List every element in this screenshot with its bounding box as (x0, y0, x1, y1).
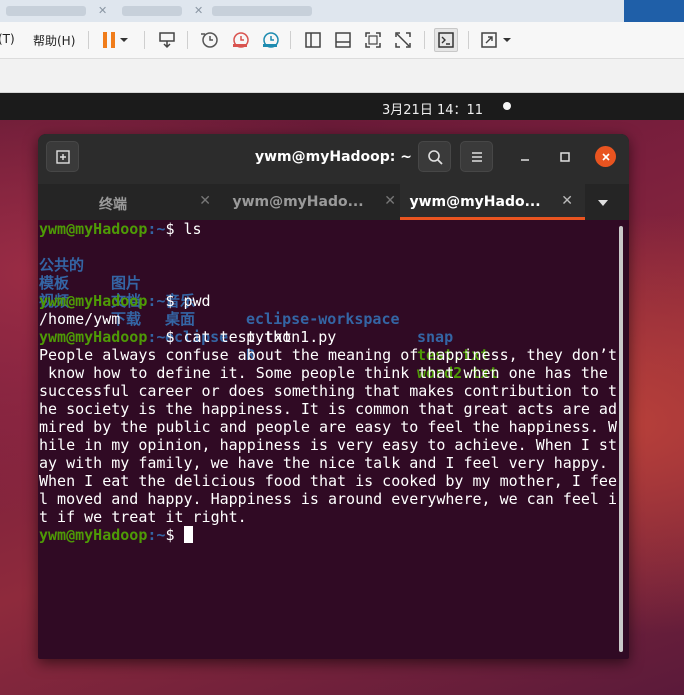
toolbar-separator (468, 31, 469, 49)
stretch-view-icon[interactable] (477, 28, 501, 52)
tab-list-dropdown-icon[interactable] (596, 198, 610, 208)
host-tab-ghost[interactable] (6, 6, 86, 16)
terminal-console-icon[interactable] (434, 28, 458, 52)
snapshot-manager-icon[interactable] (258, 28, 282, 52)
stretch-dropdown-icon[interactable] (500, 28, 514, 52)
cat-output-line: ay with my family, we have the nice talk… (39, 454, 608, 472)
command-text: cat test.txt (183, 328, 292, 346)
window-title: ywm@myHadoop: ~ (254, 149, 412, 165)
tab-label: ywm@myHado... (232, 194, 364, 210)
toolbar-separator (424, 31, 425, 49)
prompt-user-host: ywm@myHadoop (39, 526, 148, 544)
ls-output-row: 公共的 图片 音乐 eclipse-workspace snap (39, 238, 453, 346)
cat-output-line: When I eat the delicious food that is co… (39, 472, 617, 490)
host-tab-close-icon[interactable]: ✕ (194, 4, 203, 17)
host-tab-ghost[interactable] (212, 6, 312, 16)
maximize-button[interactable] (554, 146, 576, 168)
pwd-output: /home/ywm (39, 310, 121, 328)
hamburger-icon (471, 151, 482, 162)
minimize-icon (521, 159, 529, 161)
console-view-icon[interactable] (331, 28, 355, 52)
prompt-symbol: $ (165, 328, 184, 346)
prompt-symbol: $ (165, 220, 184, 238)
notification-dot-icon (503, 102, 511, 110)
tab-ssh-1[interactable]: ywm@myHado... ✕ (223, 184, 408, 220)
host-menubar: (T) 帮助(H) (0, 22, 684, 59)
prompt-path: :~ (147, 220, 166, 238)
prompt-line: ywm@myHadoop:~$ pwd (39, 292, 211, 310)
active-prompt-line[interactable]: ywm@myHadoop:~$ (39, 526, 193, 544)
pause-dropdown-icon[interactable] (117, 28, 131, 52)
tab-label: ywm@myHado... (409, 194, 541, 210)
prompt-user-host: ywm@myHadoop (39, 292, 148, 310)
prompt-symbol: $ (165, 292, 184, 310)
host-tab-close-icon[interactable]: ✕ (98, 4, 107, 17)
minimize-button[interactable] (514, 146, 536, 168)
cat-output-line: People always confuse about the meaning … (39, 346, 617, 364)
command-text: pwd (183, 292, 211, 310)
tab-close-icon[interactable]: ✕ (561, 193, 573, 209)
prompt-path: :~ (147, 292, 166, 310)
terminal-window[interactable]: ywm@myHadoop: ~ 终端 ✕ ywm@myHado... ✕ ywm… (38, 134, 629, 659)
snapshot-icon[interactable] (197, 28, 221, 52)
toolbar-separator (290, 31, 291, 49)
cat-output-line: mired by the public and people are easy … (39, 418, 617, 436)
terminal-tab-bar: 终端 ✕ ywm@myHado... ✕ ywm@myHado... ✕ (38, 184, 629, 220)
tab-ssh-2-active[interactable]: ywm@myHado... ✕ (400, 184, 585, 220)
cat-output-line: know how to define it. Some people think… (39, 364, 608, 382)
terminal-output[interactable]: ywm@myHadoop:~$ ls 公共的 图片 音乐 eclipse-wor… (38, 220, 629, 659)
host-tab-strip: ✕ ✕ (0, 0, 684, 23)
ls-entry-dir: 图片 (111, 274, 142, 292)
ls-entry-dir: snap (417, 328, 454, 346)
host-library-bar (0, 59, 684, 93)
terminal-scrollbar[interactable] (619, 226, 623, 652)
cat-output-line: l moved and happy. Happiness is around e… (39, 490, 617, 508)
top-bar-clock[interactable]: 3月21日 14：11 (382, 99, 483, 118)
host-tab-ghost[interactable] (122, 6, 182, 16)
gnome-top-bar: 3月21日 14：11 (0, 93, 684, 120)
toolbar-separator (144, 31, 145, 49)
close-icon (601, 152, 610, 161)
cat-output-line: he society is the happiness. It is commo… (39, 400, 617, 418)
close-window-button[interactable] (595, 146, 616, 167)
toolbar-separator (88, 31, 89, 49)
revert-snapshot-icon[interactable] (228, 28, 252, 52)
cat-output-line: hile in my opinion, happiness is very ea… (39, 436, 617, 454)
ls-output-row: 视频 下载 eclipse R word2.txt (39, 274, 498, 382)
search-icon (427, 149, 443, 165)
prompt-user-host: ywm@myHadoop (39, 220, 148, 238)
cat-output-line: t if we treat it right. (39, 508, 247, 526)
send-keys-icon[interactable] (155, 28, 179, 52)
text-cursor (183, 526, 193, 543)
tab-close-icon[interactable]: ✕ (199, 193, 211, 209)
hamburger-menu-button[interactable] (460, 141, 493, 172)
maximize-icon (560, 152, 570, 162)
fullscreen-icon[interactable] (361, 28, 385, 52)
host-tab-active-accent (624, 0, 684, 22)
ls-entry-dir: eclipse-workspace (246, 310, 400, 328)
unity-mode-icon[interactable] (391, 28, 415, 52)
cat-output-line: successful career or does something that… (39, 382, 617, 400)
search-button[interactable] (418, 141, 451, 172)
tab-label: 终端 (99, 197, 127, 213)
ls-entry-dir: 桌面 (165, 310, 196, 328)
prompt-path: :~ (147, 328, 166, 346)
prompt-line: ywm@myHadoop:~$ ls (39, 220, 202, 238)
prompt-user-host: ywm@myHadoop (39, 328, 148, 346)
menu-tools[interactable]: (T) (0, 32, 15, 46)
command-text: ls (183, 220, 202, 238)
tab-close-icon[interactable]: ✕ (384, 193, 396, 209)
prompt-symbol: $ (165, 526, 184, 544)
terminal-header-bar[interactable]: ywm@myHadoop: ~ (38, 134, 629, 185)
prompt-line: ywm@myHadoop:~$ cat test.txt (39, 328, 292, 346)
sidebar-view-icon[interactable] (301, 28, 325, 52)
menu-help[interactable]: 帮助(H) (33, 32, 75, 49)
ubuntu-desktop: 3月21日 14：11 ywm@myHadoop: ~ 终端 ✕ ywm@myH… (0, 93, 684, 695)
ls-output-row: 模板 文档 桌面 python1.py test.txt (39, 256, 489, 364)
tab-terminal[interactable]: 终端 ✕ (38, 184, 223, 220)
toolbar-separator (187, 31, 188, 49)
prompt-path: :~ (147, 526, 166, 544)
